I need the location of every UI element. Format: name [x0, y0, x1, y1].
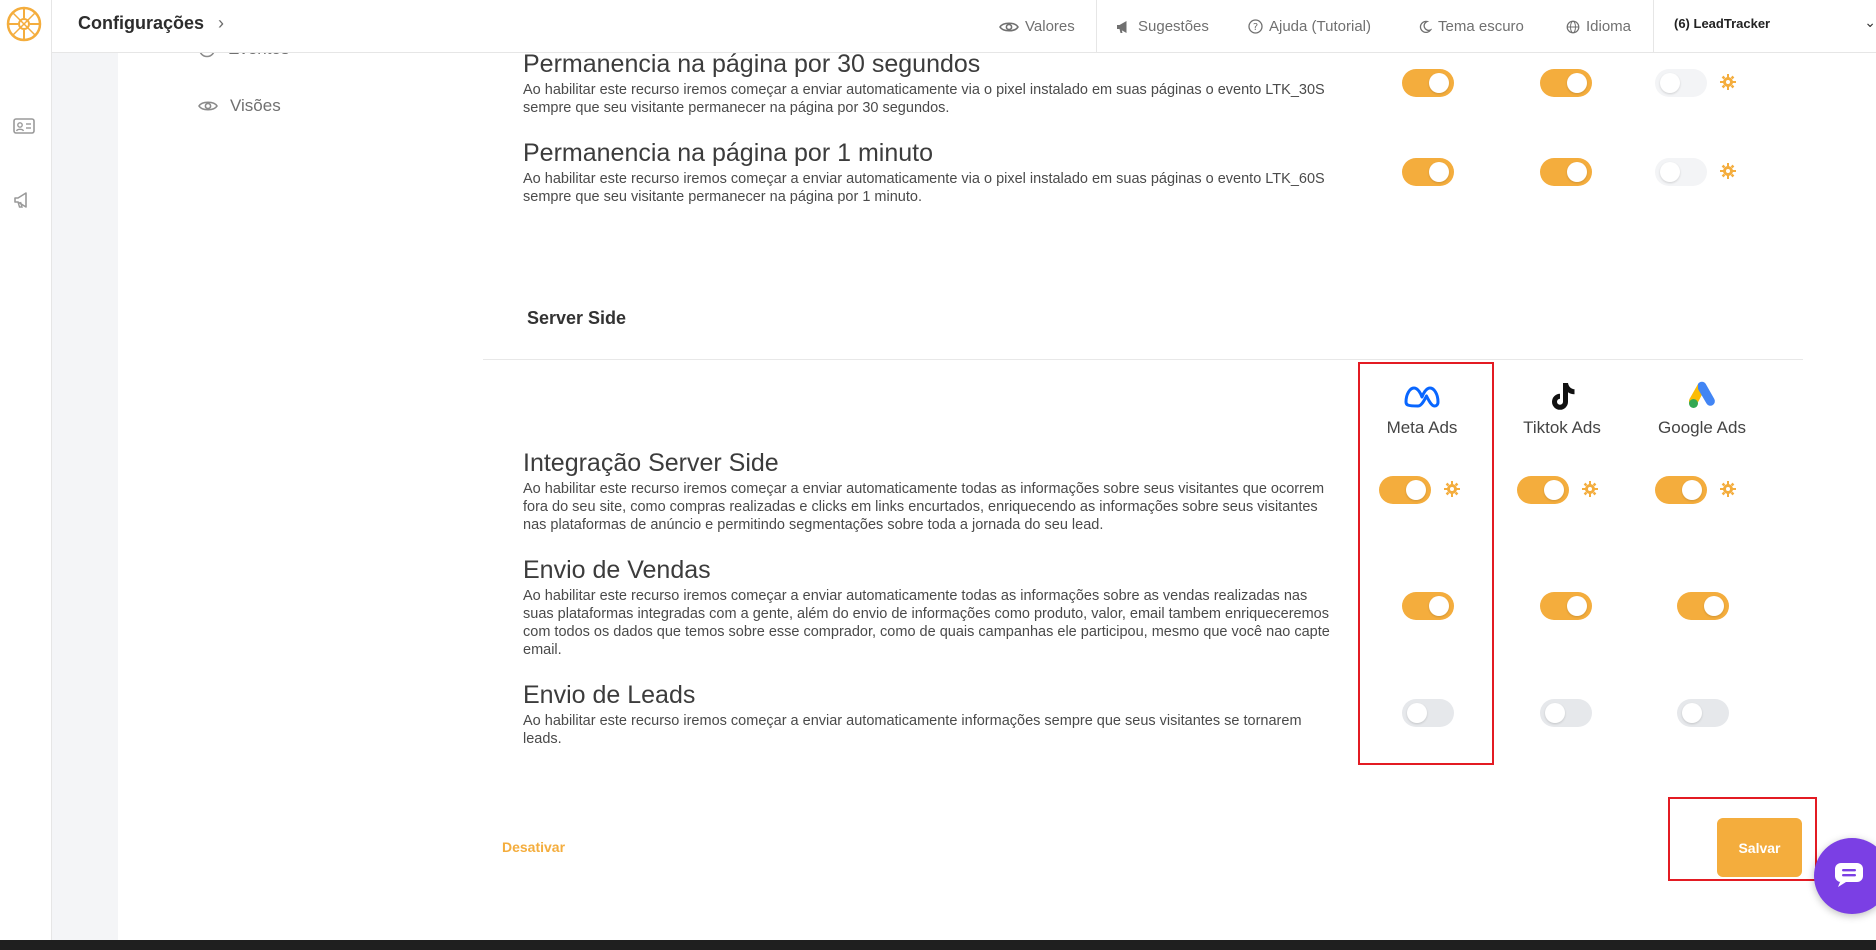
toggle-leads-tiktok[interactable]	[1540, 699, 1592, 727]
gear-icon[interactable]	[1719, 480, 1737, 498]
nav-tema-escuro[interactable]: Tema escuro	[1418, 18, 1524, 35]
divider	[1653, 0, 1654, 53]
moon-icon	[1419, 20, 1432, 33]
google-ads-logo-icon	[1688, 381, 1715, 408]
top-header: Configurações › Valores Sugestões ? Ajud…	[52, 0, 1876, 53]
platform-tiktok-ads: Tiktok Ads	[1492, 380, 1632, 438]
feature-description: Ao habilitar este recurso iremos começar…	[523, 588, 1330, 658]
left-rail	[0, 0, 52, 950]
eye-icon	[198, 101, 218, 111]
divider	[483, 359, 1803, 360]
toggle-60s-meta[interactable]	[1402, 158, 1454, 186]
feature-title: Envio de Leads	[523, 681, 696, 709]
feature-title: Envio de Vendas	[523, 556, 711, 584]
platform-name: Google Ads	[1658, 418, 1746, 437]
save-button[interactable]: Salvar	[1717, 818, 1802, 877]
toggle-30s-google[interactable]	[1655, 69, 1707, 97]
toggle-vendas-tiktok[interactable]	[1540, 592, 1592, 620]
nav-ajuda[interactable]: ? Ajuda (Tutorial)	[1248, 18, 1371, 35]
nav-ajuda-label: Ajuda (Tutorial)	[1269, 18, 1371, 35]
help-circle-icon: ?	[1248, 19, 1263, 34]
eye-icon	[999, 21, 1019, 32]
globe-icon	[1566, 20, 1580, 33]
nav-valores-label: Valores	[1025, 18, 1075, 35]
toggle-60s-google[interactable]	[1655, 158, 1707, 186]
toggle-integracao-google[interactable]	[1655, 476, 1707, 504]
toggle-30s-meta[interactable]	[1402, 69, 1454, 97]
feature-description: Ao habilitar este recurso iremos começar…	[523, 713, 1302, 747]
sidenav-item-label: Visões	[230, 96, 281, 115]
nav-sugestoes-label: Sugestões	[1138, 18, 1209, 35]
section-server-side: Server Side	[527, 308, 627, 328]
contact-card-icon[interactable]	[12, 114, 36, 138]
gear-icon[interactable]	[1719, 162, 1737, 180]
nav-valores[interactable]: Valores	[999, 18, 1075, 35]
feature-description: Ao habilitar este recurso iremos começar…	[523, 171, 1325, 205]
feature-title: Permanencia na página por 30 segundos	[523, 50, 981, 78]
feature-description: Ao habilitar este recurso iremos começar…	[523, 82, 1325, 116]
feature-title: Permanencia na página por 1 minuto	[523, 139, 933, 167]
platform-name: Tiktok Ads	[1523, 418, 1601, 437]
toggle-leads-google[interactable]	[1677, 699, 1729, 727]
platform-google-ads: Google Ads	[1632, 380, 1772, 438]
gear-icon[interactable]	[1719, 73, 1737, 91]
nav-idioma-label: Idioma	[1586, 18, 1632, 35]
nav-tema-escuro-label: Tema escuro	[1438, 18, 1524, 35]
gear-icon[interactable]	[1581, 480, 1599, 498]
app-logo-icon[interactable]	[4, 4, 44, 44]
chevron-right-icon: ›	[218, 13, 224, 33]
feature-title: Integração Server Side	[523, 449, 779, 477]
deactivate-button[interactable]: Desativar	[502, 839, 565, 855]
tiktok-logo-icon	[1552, 383, 1575, 410]
chat-icon	[1835, 863, 1863, 887]
chevron-down-icon[interactable]: ⌄	[1864, 14, 1876, 31]
megaphone-icon[interactable]	[12, 188, 36, 212]
highlight-meta-column	[1358, 362, 1494, 765]
svg-text:?: ?	[1253, 22, 1258, 33]
divider	[1096, 0, 1097, 53]
bottom-bar	[0, 940, 1876, 950]
feature-description: Ao habilitar este recurso iremos começar…	[523, 481, 1325, 533]
nav-sugestoes[interactable]: Sugestões	[1116, 18, 1209, 35]
megaphone-icon	[1117, 20, 1127, 33]
toggle-60s-tiktok[interactable]	[1540, 158, 1592, 186]
account-selector[interactable]: (6) LeadTracker	[1674, 16, 1770, 31]
page-title: Configurações	[78, 13, 205, 33]
toggle-30s-tiktok[interactable]	[1540, 69, 1592, 97]
sidenav-item-visoes[interactable]: Visões	[198, 96, 281, 116]
toggle-integracao-tiktok[interactable]	[1517, 476, 1569, 504]
toggle-vendas-google[interactable]	[1677, 592, 1729, 620]
nav-idioma[interactable]: Idioma	[1566, 18, 1631, 35]
